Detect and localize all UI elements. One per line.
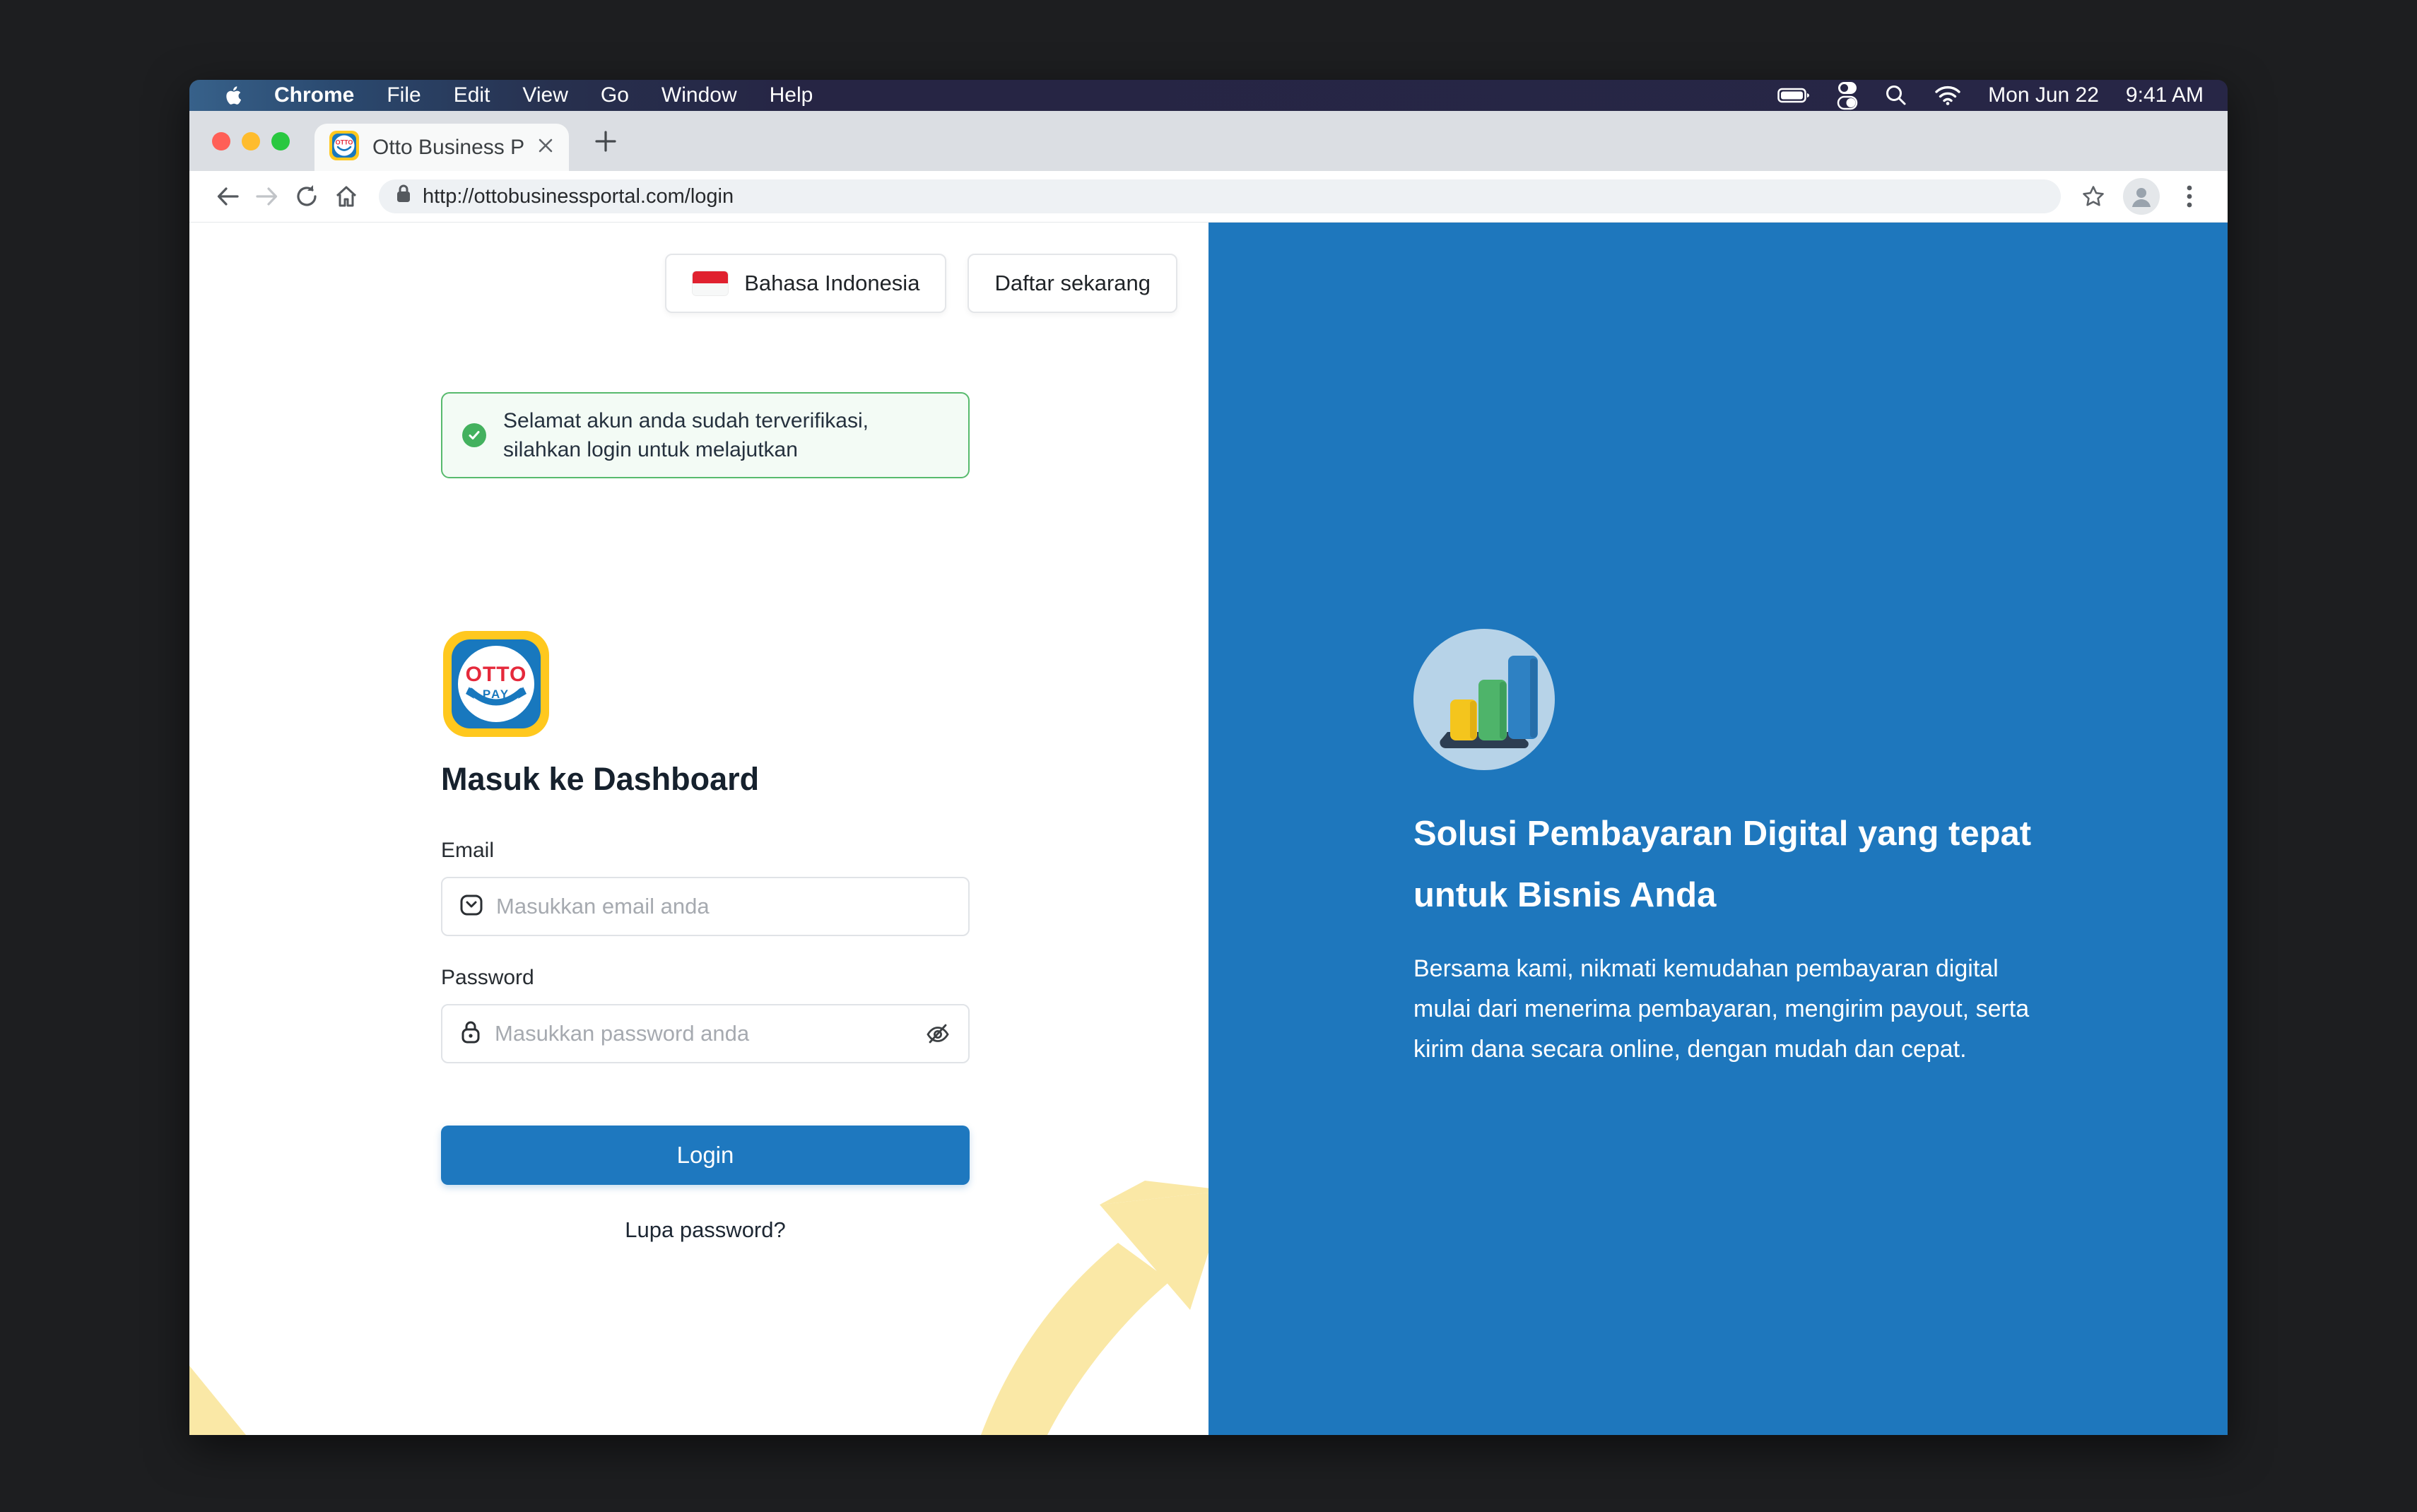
browser-tab[interactable]: OTTO Otto Business Portal [314, 124, 569, 171]
bar-chart-illustration [1413, 629, 1555, 770]
password-lock-icon [459, 1020, 482, 1049]
svg-text:OTTO: OTTO [336, 139, 353, 146]
browser-tab-strip: OTTO Otto Business Portal [189, 111, 2228, 171]
password-placeholder: Masukkan password anda [495, 1021, 912, 1046]
ottopay-logo: OTTO PAY [441, 730, 551, 742]
apple-logo-icon[interactable] [223, 85, 242, 106]
toggle-password-visibility-icon[interactable] [924, 1020, 951, 1048]
bookmark-star-icon[interactable] [2074, 177, 2113, 216]
hero-body-text: Bersama kami, nikmati kemudahan pembayar… [1413, 949, 2057, 1070]
decor-triangle-graphic [189, 1366, 246, 1435]
email-label: Email [441, 839, 970, 863]
menubar-clock: 9:41 AM [2126, 83, 2204, 107]
email-icon [459, 894, 483, 920]
login-panel: Bahasa Indonesia Daftar sekarang Selamat… [189, 223, 1208, 1435]
forward-button[interactable] [247, 177, 287, 216]
hero-heading: Solusi Pembayaran Digital yang tepat unt… [1413, 803, 2050, 926]
browser-menu-icon[interactable] [2170, 177, 2209, 216]
login-button[interactable]: Login [441, 1126, 970, 1185]
success-alert-message: Selamat akun anda sudah terverifikasi, s… [503, 406, 948, 464]
reload-button[interactable] [287, 177, 327, 216]
wifi-icon[interactable] [1934, 85, 1961, 105]
new-tab-button[interactable] [589, 125, 622, 158]
login-heading: Masuk ke Dashboard [441, 761, 970, 798]
register-button[interactable]: Daftar sekarang [968, 254, 1177, 313]
battery-icon[interactable] [1777, 87, 1810, 104]
menubar-item-window[interactable]: Window [661, 80, 737, 111]
lock-icon [394, 183, 413, 210]
address-bar[interactable]: http://ottobusinessportal.com/login [379, 179, 2061, 213]
window-close-button[interactable] [212, 132, 230, 150]
menubar-item-help[interactable]: Help [770, 80, 813, 111]
indonesia-flag-icon [692, 271, 729, 296]
email-placeholder: Masukkan email anda [496, 894, 951, 919]
login-form: OTTO PAY Masuk ke Dashboard Email Masukk… [441, 629, 970, 1243]
language-button-label: Bahasa Indonesia [744, 271, 919, 296]
success-alert: Selamat akun anda sudah terverifikasi, s… [441, 392, 970, 478]
menubar-item-chrome[interactable]: Chrome [274, 80, 354, 111]
home-button[interactable] [327, 177, 366, 216]
top-actions: Bahasa Indonesia Daftar sekarang [665, 254, 1177, 313]
tab-title: Otto Business Portal [372, 136, 524, 160]
window-zoom-button[interactable] [271, 132, 290, 150]
hero-panel: Solusi Pembayaran Digital yang tepat unt… [1208, 223, 2228, 1435]
login-button-label: Login [677, 1142, 734, 1169]
check-circle-icon [462, 423, 486, 447]
menubar-item-file[interactable]: File [387, 80, 421, 111]
forgot-password-link[interactable]: Lupa password? [441, 1217, 970, 1243]
site-favicon: OTTO [329, 130, 360, 165]
macos-menubar: Chrome File Edit View Go Window Help Mon… [189, 80, 2228, 111]
email-field[interactable]: Masukkan email anda [441, 877, 970, 936]
control-center-icon[interactable] [1837, 81, 1858, 110]
browser-profile-avatar[interactable] [2123, 178, 2160, 215]
register-button-label: Daftar sekarang [994, 271, 1151, 296]
menubar-item-edit[interactable]: Edit [454, 80, 490, 111]
password-field[interactable]: Masukkan password anda [441, 1004, 970, 1063]
tab-close-icon[interactable] [536, 136, 555, 158]
menubar-date: Mon Jun 22 [1988, 83, 2099, 107]
page-content: Bahasa Indonesia Daftar sekarang Selamat… [189, 223, 2228, 1435]
spotlight-search-icon[interactable] [1885, 84, 1907, 107]
svg-text:OTTO: OTTO [466, 663, 527, 686]
decor-arrow-graphic [968, 1131, 1208, 1435]
browser-toolbar: http://ottobusinessportal.com/login [189, 171, 2228, 223]
back-button[interactable] [208, 177, 247, 216]
window-minimize-button[interactable] [242, 132, 260, 150]
password-label: Password [441, 966, 970, 990]
menubar-item-view[interactable]: View [522, 80, 568, 111]
macos-screen: Chrome File Edit View Go Window Help Mon… [189, 80, 2228, 1435]
language-button[interactable]: Bahasa Indonesia [665, 254, 946, 313]
menubar-item-go[interactable]: Go [601, 80, 629, 111]
url-text: http://ottobusinessportal.com/login [423, 185, 734, 208]
